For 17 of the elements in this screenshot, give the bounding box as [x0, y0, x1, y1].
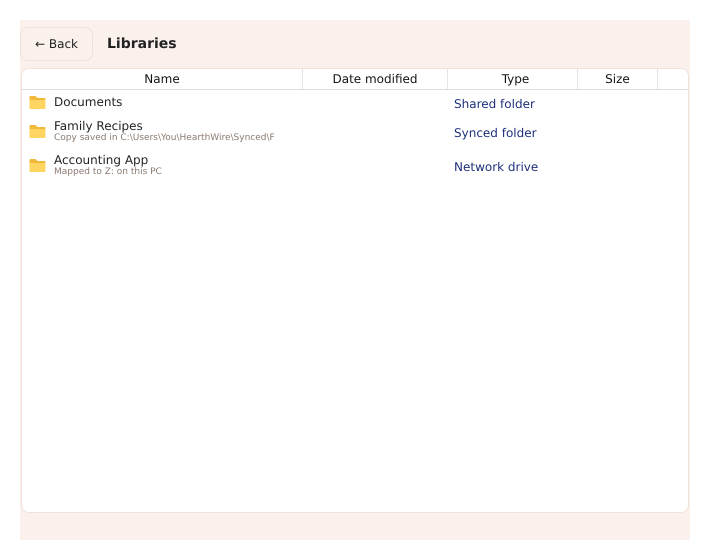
back-button[interactable]: ← Back [20, 27, 93, 61]
file-name[interactable]: Documents [54, 95, 122, 109]
file-type: Synced folder [454, 126, 537, 140]
file-location: Mapped to Z: on this PC [54, 167, 162, 177]
file-type: Network drive [454, 160, 538, 174]
folder-icon [29, 158, 46, 172]
folder-icon [29, 124, 46, 138]
column-header[interactable]: Date modified [303, 69, 448, 89]
column-header[interactable]: Name [22, 69, 303, 89]
folder-icon [29, 95, 46, 109]
page-title: Libraries [107, 36, 177, 52]
file-type: Shared folder [454, 96, 535, 110]
column-header[interactable]: Type [448, 69, 578, 89]
column-header[interactable]: Size [578, 69, 658, 89]
file-name[interactable]: Accounting App [54, 153, 162, 167]
file-location: Copy saved in C:\Users\You\HearthWire\Synced\F [54, 133, 275, 143]
file-name[interactable]: Family Recipes [54, 119, 275, 133]
